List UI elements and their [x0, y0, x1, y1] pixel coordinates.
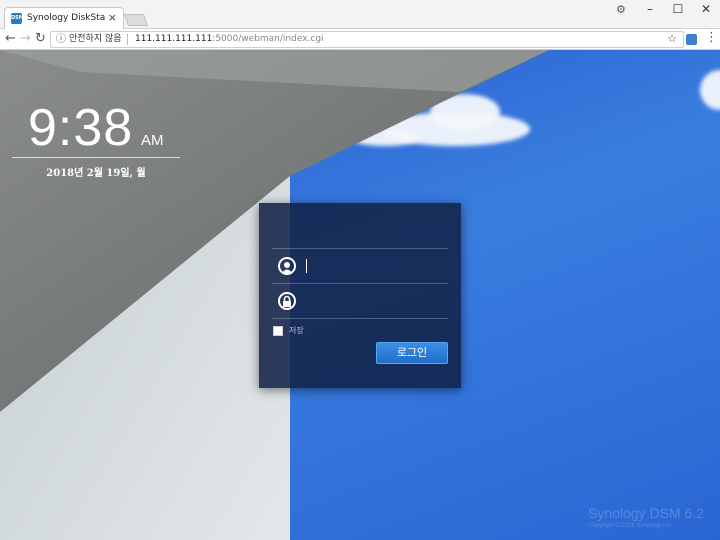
- login-button[interactable]: 로그인: [376, 342, 448, 364]
- url-text: 111.111.111.111:5000/webman/index.cgi: [135, 32, 324, 47]
- clock: 9:38 AM: [28, 98, 164, 158]
- clock-date: 2018년 2월 19일, 월: [46, 168, 146, 179]
- info-icon[interactable]: ⓘ: [56, 32, 66, 47]
- forward-icon[interactable]: →: [20, 31, 31, 46]
- maximize-icon[interactable]: ☐: [666, 2, 690, 16]
- url-host: 111.111.111.111: [135, 34, 213, 44]
- lock-icon: [278, 292, 296, 310]
- divider: [272, 283, 448, 284]
- browser-toolbar: ← → ↻ ⓘ 안전하지 않음 111.111.111.111:5000/web…: [0, 29, 720, 50]
- user-icon: [278, 257, 296, 275]
- dsm-favicon-icon: DSM: [11, 13, 24, 24]
- divider: [272, 248, 448, 249]
- browser-tab-bar: DSM Synology DiskStation - × ⚙ – ☐ ✕: [0, 0, 720, 29]
- url-path: :5000/webman/index.cgi: [212, 34, 324, 44]
- clock-ampm: AM: [141, 132, 164, 149]
- remember-checkbox[interactable]: [273, 326, 283, 336]
- browser-tab[interactable]: DSM Synology DiskStation - ×: [4, 7, 124, 29]
- text-cursor: [306, 259, 307, 273]
- username-field[interactable]: [272, 250, 448, 282]
- password-input[interactable]: [304, 291, 444, 311]
- clock-time: 9:38: [28, 99, 134, 157]
- minimize-icon[interactable]: –: [638, 2, 662, 16]
- security-status: 안전하지 않음: [69, 34, 122, 44]
- tab-close-icon[interactable]: ×: [108, 11, 117, 24]
- dsm-login-page: 9:38 AM 2018년 2월 19일, 월 저장 로그인 Synology …: [0, 50, 720, 540]
- clock-divider: [12, 157, 180, 158]
- extension-icon[interactable]: [686, 34, 697, 45]
- profile-icon[interactable]: ⚙: [616, 3, 626, 16]
- divider: [272, 318, 448, 319]
- tab-title: Synology DiskStation -: [27, 13, 105, 23]
- reload-icon[interactable]: ↻: [35, 31, 46, 46]
- back-icon[interactable]: ←: [5, 31, 16, 46]
- synology-watermark-logo: Synology DSM 6.2 Copyright © 2018 Synolo…: [588, 505, 704, 529]
- password-field[interactable]: [272, 285, 448, 317]
- close-window-icon[interactable]: ✕: [694, 2, 718, 16]
- remember-label: 저장: [289, 326, 304, 335]
- new-tab-button[interactable]: [123, 14, 149, 26]
- bookmark-star-icon[interactable]: ☆: [667, 31, 677, 46]
- login-panel: 저장 로그인: [259, 203, 461, 388]
- browser-menu-icon[interactable]: ⋮: [705, 30, 718, 45]
- username-input[interactable]: [304, 256, 444, 276]
- address-divider: [127, 34, 128, 45]
- address-bar[interactable]: ⓘ 안전하지 않음 111.111.111.111:5000/webman/in…: [50, 31, 684, 48]
